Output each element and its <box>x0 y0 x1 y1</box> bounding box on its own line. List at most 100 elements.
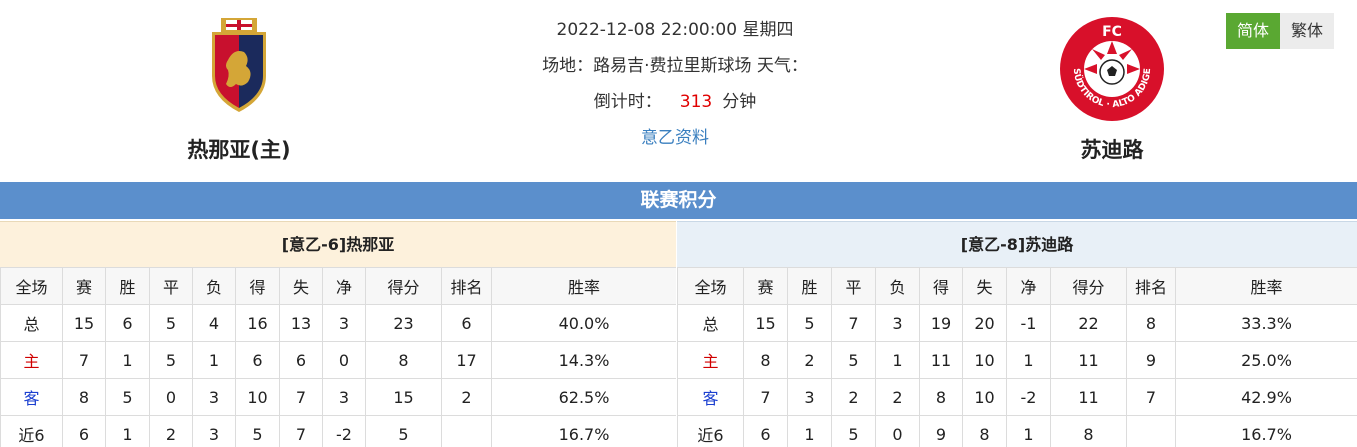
column-header: 失 <box>962 267 1007 305</box>
table-cell: 9 <box>919 415 963 447</box>
home-team-name: 热那亚(主) <box>187 138 291 162</box>
table-cell: 8 <box>1126 304 1176 342</box>
table-cell: 17 <box>441 341 492 379</box>
table-cell: 7 <box>279 378 323 416</box>
table-cell: 3 <box>787 378 832 416</box>
table-cell: 14.3% <box>491 341 676 379</box>
column-header: 净 <box>1006 267 1051 305</box>
row-label: 客 <box>677 378 744 416</box>
traditional-chinese-button[interactable]: 繁体 <box>1280 13 1334 49</box>
match-venue: 场地：路易吉·费拉里斯球场 天气： <box>542 56 808 76</box>
column-header: 胜 <box>787 267 832 305</box>
table-cell: 1 <box>787 415 832 447</box>
table-cell: 6 <box>235 341 280 379</box>
table-cell: 8 <box>365 341 442 379</box>
table-cell: 7 <box>1126 378 1176 416</box>
column-header: 得 <box>919 267 963 305</box>
table-row: 主 7 1 5 1 6 6 0 8 17 14.3% <box>0 341 676 379</box>
table-cell: 5 <box>105 378 150 416</box>
table-row: 客 8 5 0 3 10 7 3 15 2 62.5% <box>0 378 676 416</box>
table-cell: 6 <box>105 304 150 342</box>
table-cell: 42.9% <box>1175 378 1357 416</box>
language-switch: 简体 繁体 <box>1226 13 1334 49</box>
sudtirol-crest-icon: FC SÜDTIROL · ALTO ADIGE <box>1060 17 1164 121</box>
row-label: 近6 <box>677 415 744 447</box>
table-cell: 6 <box>441 304 492 342</box>
column-header: 赛 <box>62 267 106 305</box>
column-header: 得分 <box>365 267 442 305</box>
table-cell: 8 <box>1050 415 1127 447</box>
table-cell: 4 <box>192 304 236 342</box>
table-cell: 6 <box>743 415 788 447</box>
table-cell: 6 <box>62 415 106 447</box>
column-header: 失 <box>279 267 323 305</box>
table-cell: 23 <box>365 304 442 342</box>
table-cell: 11 <box>1050 341 1127 379</box>
away-header-row: 全场赛胜平负得失净得分 排名 胜率 <box>677 267 1357 305</box>
match-datetime: 2022-12-08 22:00:00 星期四 <box>556 20 794 40</box>
column-header: 胜率 <box>1175 267 1357 305</box>
table-cell: -2 <box>1006 378 1051 416</box>
row-label: 主 <box>677 341 744 379</box>
table-cell: 0 <box>149 378 193 416</box>
countdown-value: 313 <box>679 92 713 112</box>
league-standings-banner: 联赛积分 <box>0 182 1357 219</box>
table-cell: 1 <box>192 341 236 379</box>
table-cell: 13 <box>279 304 323 342</box>
table-cell: 22 <box>1050 304 1127 342</box>
table-cell: 8 <box>962 415 1007 447</box>
table-cell: 7 <box>743 378 788 416</box>
table-cell: 8 <box>62 378 106 416</box>
table-cell: 3 <box>322 304 366 342</box>
home-team[interactable]: 热那亚(主) <box>159 14 319 164</box>
svg-text:FC: FC <box>1102 24 1122 40</box>
table-row: 近6 6 1 2 3 5 7 -2 5 16.7% <box>0 415 676 447</box>
column-header: 得分 <box>1050 267 1127 305</box>
column-header: 排名 <box>1126 267 1176 305</box>
column-header: 胜 <box>105 267 150 305</box>
row-label: 总 <box>0 304 63 342</box>
match-countdown: 倒计时： 313 分钟 <box>460 86 890 122</box>
table-cell: 5 <box>787 304 832 342</box>
match-info: 2022-12-08 22:00:00 星期四 场地：路易吉·费拉里斯球场 天气… <box>460 14 890 158</box>
genoa-crest-icon <box>212 18 266 112</box>
column-header: 全场 <box>677 267 744 305</box>
table-cell: 10 <box>962 341 1007 379</box>
league-info-link[interactable]: 意乙资料 <box>641 128 709 148</box>
table-cell: 6 <box>279 341 323 379</box>
table-cell: 3 <box>322 378 366 416</box>
column-header: 负 <box>192 267 236 305</box>
table-cell: 1 <box>1006 415 1051 447</box>
home-standings-table: 全场赛胜平负得失净得分 排名 胜率总 15 6 5 4 16 13 3 23 6 40.0% 主 7 1 5 1 6… <box>0 267 676 447</box>
table-cell: 1 <box>1006 341 1051 379</box>
table-cell: 10 <box>235 378 280 416</box>
table-cell: -1 <box>1006 304 1051 342</box>
home-standings-panel: [意乙-6]热那亚 全场赛胜平负得失净得分 排名 胜率总 15 6 5 4 16 13 3 23 6 4… <box>0 221 676 447</box>
column-header: 净 <box>322 267 366 305</box>
table-cell: 62.5% <box>491 378 676 416</box>
match-header: 热那亚(主) 2022-12-08 22:00:00 星期四 场地：路易吉·费拉… <box>0 0 1357 182</box>
away-team-name: 苏迪路 <box>1080 138 1144 162</box>
column-header: 负 <box>875 267 920 305</box>
column-header: 赛 <box>743 267 788 305</box>
table-cell: 2 <box>875 378 920 416</box>
table-cell: 3 <box>192 378 236 416</box>
column-header: 胜率 <box>491 267 676 305</box>
table-row: 主 8 2 5 1 11 10 1 11 9 25.0% <box>677 341 1357 379</box>
table-cell <box>441 415 492 447</box>
away-team[interactable]: FC SÜDTIROL · ALTO ADIGE 苏迪路 <box>1032 14 1192 164</box>
table-cell: 0 <box>875 415 920 447</box>
table-cell: 1 <box>875 341 920 379</box>
away-standings-panel: [意乙-8]苏迪路 全场赛胜平负得失净得分 排名 胜率总 15 5 7 3 19 20 -1 22 8… <box>677 221 1357 447</box>
table-cell: 5 <box>149 341 193 379</box>
simplified-chinese-button[interactable]: 简体 <box>1226 13 1280 49</box>
table-cell: 5 <box>831 415 876 447</box>
column-header: 排名 <box>441 267 492 305</box>
table-cell: 33.3% <box>1175 304 1357 342</box>
table-cell: 19 <box>919 304 963 342</box>
table-row: 总 15 5 7 3 19 20 -1 22 8 33.3% <box>677 304 1357 342</box>
table-cell: 16 <box>235 304 280 342</box>
home-header-row: 全场赛胜平负得失净得分 排名 胜率 <box>0 267 676 305</box>
away-standings-table: 全场赛胜平负得失净得分 排名 胜率总 15 5 7 3 19 20 -1 22 8 33.3% 主 8 2 5 1… <box>677 267 1357 447</box>
table-cell: 1 <box>105 415 150 447</box>
